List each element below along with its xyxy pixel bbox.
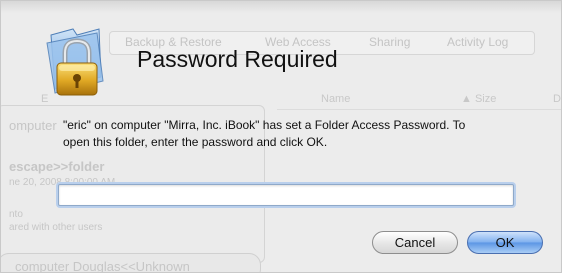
bg-computer-label: omputer [9,118,57,133]
window-frame: Backup & Restore Web Access Sharing Acti… [0,0,562,273]
bg-bottom-item-label: computer Douglas<<Unknown [15,259,190,273]
cancel-button[interactable]: Cancel [372,231,458,254]
bg-header-divider [277,109,561,110]
bg-column-date: D [553,93,561,105]
ok-button[interactable]: OK [467,231,543,254]
bg-column-size-label: Size [474,93,497,105]
folder-lock-icon [46,28,104,96]
dialog-message: "eric" on computer "Mirra, Inc. iBook" h… [63,118,466,149]
bg-shared-label: ared with other users [9,222,103,233]
bg-tab-activity-log: Activity Log [447,35,509,49]
dialog-title: Password Required [137,46,338,72]
sheet-top-edge [1,1,561,13]
password-input[interactable] [58,184,514,206]
bg-folder-label: escape>>folder [9,159,105,174]
bg-column-name: Name [321,93,351,105]
bg-small-label: nto [9,209,23,220]
bg-tab-sharing: Sharing [369,35,411,49]
bg-column-size: ▲ Size [461,93,497,105]
